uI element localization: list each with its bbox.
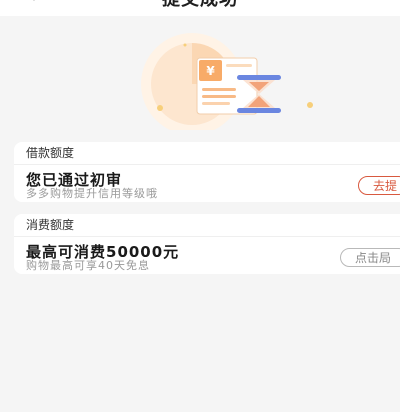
consumption-limit-card: 消费额度 最高可消费50000元 购物最高可享40天免息 <box>14 214 400 274</box>
loan-section-label: 借款额度 <box>14 142 400 165</box>
loan-status-subtitle: 多多购物提升信用等级哦 <box>26 187 158 200</box>
page-title: 提交成功 <box>0 0 400 11</box>
consumption-action-button[interactable]: 点击局 <box>340 248 400 267</box>
consumption-section-label: 消费额度 <box>14 214 400 237</box>
loan-limit-card: 借款额度 您已通过初审 多多购物提升信用等级哦 <box>14 142 400 202</box>
success-illustration: ¥ <box>140 30 340 135</box>
top-nav-bar: 提交成功 <box>0 0 400 16</box>
currency-symbol-icon: ¥ <box>206 64 215 78</box>
consumption-limit-subtitle: 购物最高可享40天免息 <box>26 259 150 272</box>
withdraw-button[interactable]: 去提 <box>358 176 400 195</box>
